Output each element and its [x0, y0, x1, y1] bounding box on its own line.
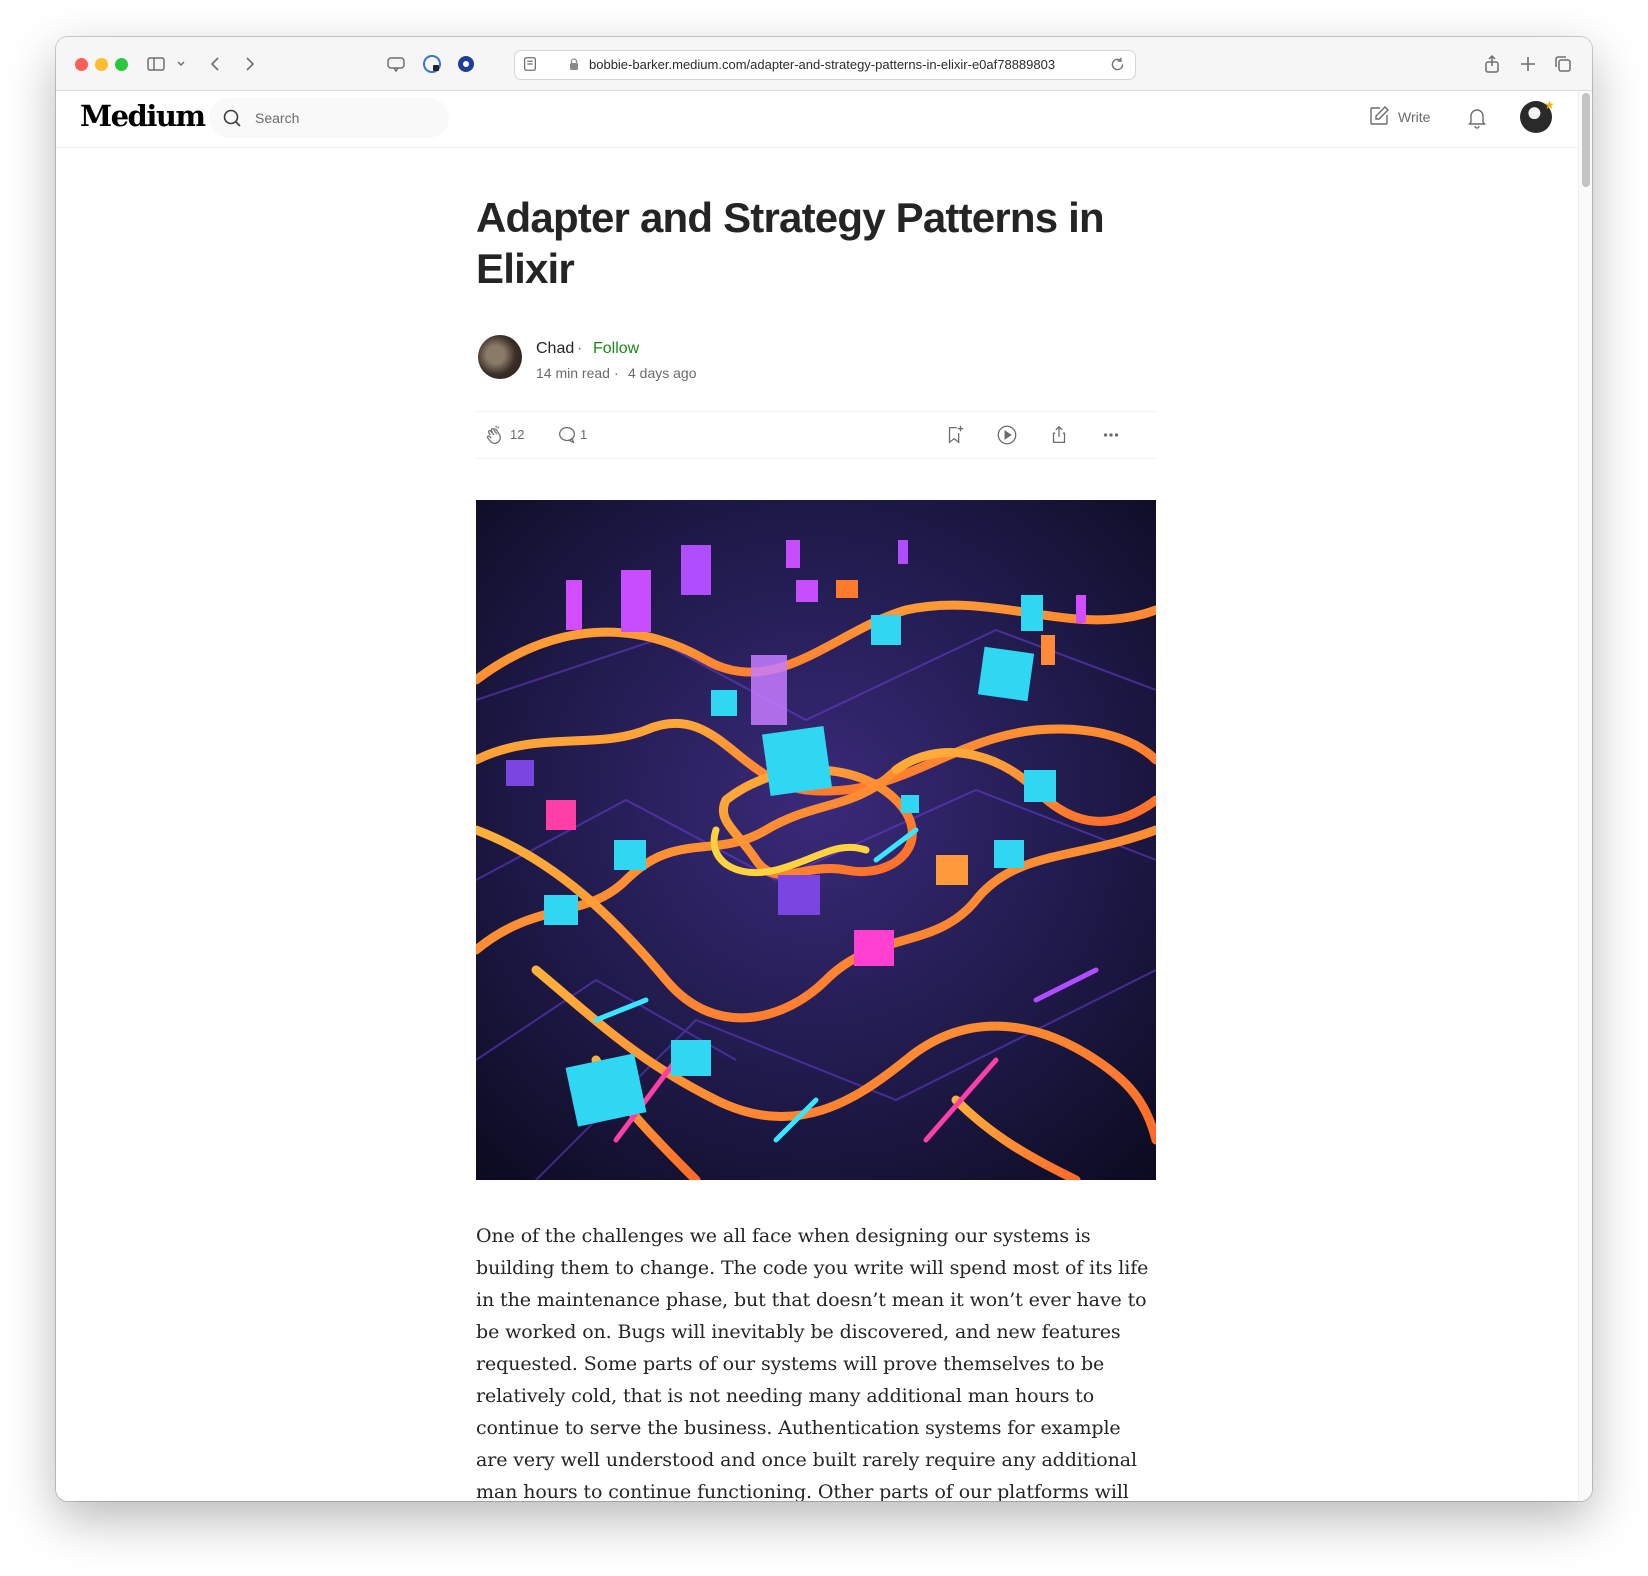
address-bar[interactable]: bobbie-barker.medium.com/adapter-and-str… — [514, 50, 1136, 80]
comment-icon[interactable] — [556, 424, 578, 446]
read-time: 14 min read — [536, 365, 610, 381]
share-icon[interactable] — [1482, 54, 1502, 74]
chevron-down-icon[interactable] — [174, 54, 188, 74]
zoom-window-button[interactable] — [115, 58, 128, 71]
follow-button[interactable]: Follow — [593, 340, 639, 358]
close-window-button[interactable] — [75, 58, 88, 71]
write-icon — [1368, 105, 1390, 127]
page-content: Medium Search Write ★ Adapter and Strate… — [56, 91, 1592, 1501]
share-article-icon[interactable] — [1048, 424, 1070, 446]
article-action-bar: 12 1 — [476, 411, 1156, 459]
member-star-icon: ★ — [1544, 98, 1555, 112]
separator-dot: · — [577, 340, 583, 357]
author-avatar[interactable] — [478, 335, 522, 379]
article-title: Adapter and Strategy Patterns in Elixir — [476, 194, 1105, 292]
url-text: bobbie-barker.medium.com/adapter-and-str… — [589, 57, 1056, 72]
author-name[interactable]: Chad — [536, 340, 574, 358]
extension-chat-icon[interactable] — [386, 54, 406, 74]
comment-count: 1 — [580, 427, 588, 442]
reader-icon[interactable] — [521, 55, 539, 73]
extension-password-icon[interactable] — [422, 54, 442, 74]
tabs-icon[interactable] — [1553, 54, 1573, 74]
clap-icon[interactable] — [484, 424, 506, 446]
bookmark-icon[interactable] — [944, 424, 966, 446]
clap-count: 12 — [510, 427, 525, 442]
medium-topnav: Medium Search Write ★ — [56, 91, 1578, 148]
scrollbar-thumb[interactable] — [1582, 93, 1590, 187]
separator-dot: · — [614, 365, 619, 381]
play-icon[interactable] — [996, 424, 1018, 446]
reload-icon[interactable] — [1109, 56, 1126, 73]
minimize-window-button[interactable] — [95, 58, 108, 71]
hero-image — [476, 500, 1156, 1180]
lock-icon — [567, 57, 581, 71]
medium-logo[interactable]: Medium — [80, 99, 206, 133]
sidebar-icon[interactable] — [146, 54, 166, 74]
chevron-right-icon[interactable] — [239, 54, 259, 74]
more-icon[interactable] — [1100, 424, 1122, 446]
article-body-paragraph: One of the challenges we all face when d… — [476, 1225, 1149, 1501]
extension-privacy-icon[interactable] — [456, 54, 476, 74]
browser-window: bobbie-barker.medium.com/adapter-and-str… — [56, 37, 1592, 1501]
search-placeholder: Search — [255, 110, 300, 126]
plus-icon[interactable] — [1518, 54, 1538, 74]
publish-date: 4 days ago — [628, 365, 697, 381]
chevron-left-icon[interactable] — [206, 54, 226, 74]
page-scrollbar[interactable] — [1578, 91, 1592, 1501]
write-label: Write — [1398, 109, 1431, 125]
search-input[interactable]: Search — [209, 98, 449, 138]
bell-icon[interactable] — [1465, 105, 1489, 129]
browser-toolbar: bobbie-barker.medium.com/adapter-and-str… — [56, 37, 1592, 91]
search-icon — [222, 108, 242, 128]
